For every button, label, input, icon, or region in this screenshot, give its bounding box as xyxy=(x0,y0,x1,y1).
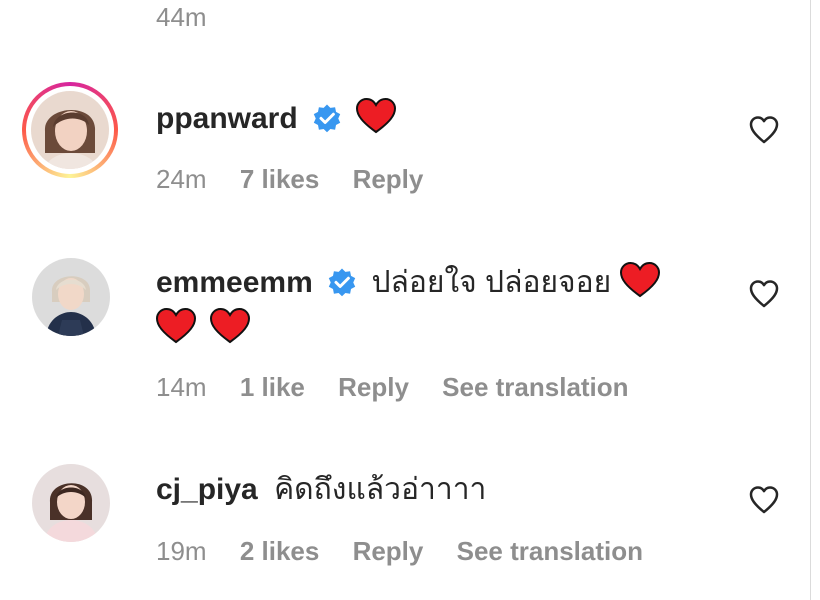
like-heart-icon[interactable] xyxy=(748,484,780,516)
comment-body: คิดถึงแล้วอ่าาาา xyxy=(274,473,487,506)
heart-emoji-icon xyxy=(156,308,196,344)
username[interactable]: cj_piya xyxy=(156,473,258,506)
comment-meta: 19m 2 likes Reply See translation xyxy=(156,536,669,567)
comment-meta: 14m 1 like Reply See translation xyxy=(156,372,655,403)
comment-timestamp: 19m xyxy=(156,536,207,566)
like-heart-icon[interactable] xyxy=(748,278,780,310)
comment-text-line: cj_piya คิดถึงแล้วอ่าาาา xyxy=(156,470,486,510)
see-translation-button[interactable]: See translation xyxy=(457,536,643,566)
likes-count[interactable]: 1 like xyxy=(240,372,305,402)
heart-emoji-icon xyxy=(356,98,397,134)
see-translation-button[interactable]: See translation xyxy=(442,372,628,402)
comment-text-line-2 xyxy=(156,308,251,349)
comment-text-line: emmeemm ปล่อยใจ ปล่อยจอย xyxy=(156,262,660,303)
heart-emoji-icon xyxy=(210,308,251,344)
likes-count[interactable]: 7 likes xyxy=(240,164,320,194)
like-heart-icon[interactable] xyxy=(748,114,780,146)
story-ring-avatar[interactable] xyxy=(22,82,118,178)
username[interactable]: ppanward xyxy=(156,102,298,135)
reply-button[interactable]: Reply xyxy=(353,164,424,194)
previous-comment-timestamp: 44m xyxy=(156,2,207,32)
comment-meta: 24m 7 likes Reply xyxy=(156,164,449,195)
reply-button[interactable]: Reply xyxy=(338,372,409,402)
username[interactable]: emmeemm xyxy=(156,266,313,299)
avatar xyxy=(31,91,109,169)
reply-button[interactable]: Reply xyxy=(353,536,424,566)
avatar[interactable] xyxy=(32,464,110,542)
panel-divider xyxy=(810,0,811,600)
verified-badge-icon xyxy=(313,104,341,133)
comment-text-line: ppanward xyxy=(156,98,397,139)
avatar[interactable] xyxy=(32,258,110,336)
comment-body: ปล่อยใจ ปล่อยจอย xyxy=(371,266,612,299)
comment-timestamp: 14m xyxy=(156,372,207,402)
likes-count[interactable]: 2 likes xyxy=(240,536,320,566)
heart-emoji-icon xyxy=(619,262,660,298)
comment-timestamp: 24m xyxy=(156,164,207,194)
verified-badge-icon xyxy=(328,268,356,297)
